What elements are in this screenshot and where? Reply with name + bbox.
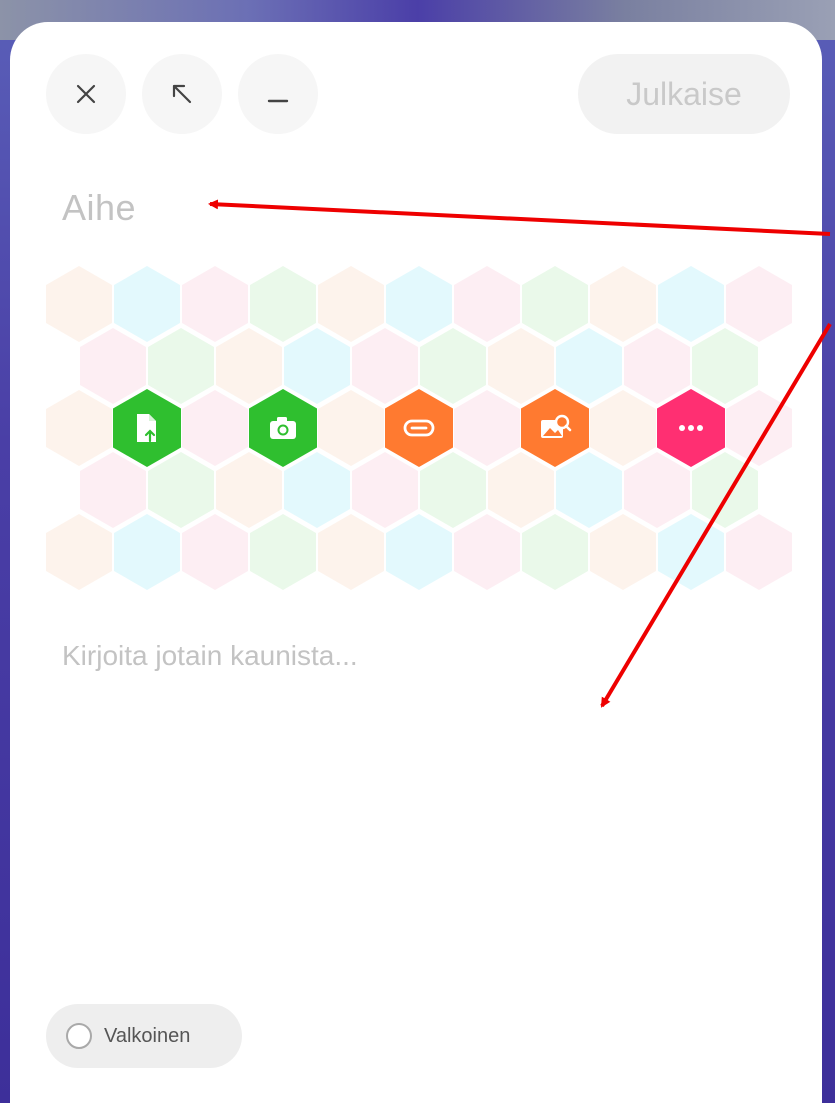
arrow-up-left-icon (172, 84, 192, 104)
hex-cell (454, 514, 520, 590)
hex-cell (148, 452, 214, 528)
close-icon (76, 84, 96, 104)
hex-cell (420, 328, 486, 404)
hex-cell (692, 452, 758, 528)
hex-cell (318, 514, 384, 590)
expand-button[interactable] (142, 54, 222, 134)
hex-cell (726, 266, 792, 342)
hex-cell (556, 452, 622, 528)
link-button[interactable] (385, 389, 453, 467)
camera-button[interactable] (249, 389, 317, 467)
hex-cell (386, 266, 452, 342)
more-icon (679, 425, 703, 431)
close-button[interactable] (46, 54, 126, 134)
hex-cell (182, 390, 248, 466)
minimize-button[interactable] (238, 54, 318, 134)
link-icon (403, 419, 435, 437)
hex-cell (590, 390, 656, 466)
hex-cell (488, 328, 554, 404)
hex-cell (114, 514, 180, 590)
hex-cell (590, 266, 656, 342)
hex-cell (488, 452, 554, 528)
image-search-button[interactable] (521, 389, 589, 467)
hex-cell (216, 328, 282, 404)
hex-cell (590, 514, 656, 590)
more-button[interactable] (657, 389, 725, 467)
hex-cell (148, 328, 214, 404)
hex-cell (80, 328, 146, 404)
hex-cell (318, 390, 384, 466)
body-input[interactable]: Kirjoita jotain kaunista... (62, 640, 358, 672)
hex-cell (46, 514, 112, 590)
hex-cell (46, 266, 112, 342)
hex-cell (726, 514, 792, 590)
hex-cell (454, 390, 520, 466)
hex-cell (352, 452, 418, 528)
hex-cell (692, 328, 758, 404)
theme-label: Valkoinen (104, 1024, 191, 1047)
publish-button[interactable]: Julkaise (578, 54, 790, 134)
subject-input[interactable]: Aihe (62, 187, 762, 229)
hex-cell (386, 514, 452, 590)
hex-cell (46, 390, 112, 466)
hex-cell (182, 266, 248, 342)
minimize-icon (267, 99, 289, 103)
hex-cell (80, 452, 146, 528)
hex-cell (454, 266, 520, 342)
hex-cell (658, 266, 724, 342)
hex-cell (420, 452, 486, 528)
theme-toggle[interactable]: Valkoinen (46, 1004, 242, 1068)
hex-cell (284, 452, 350, 528)
hex-cell (522, 514, 588, 590)
camera-icon (270, 417, 296, 439)
composer-panel: Julkaise Aihe Kirjoita jotain kaunista..… (10, 22, 822, 1103)
hex-cell (624, 452, 690, 528)
hex-cell (182, 514, 248, 590)
hex-cell (658, 514, 724, 590)
hex-cell (114, 266, 180, 342)
hex-cell (216, 452, 282, 528)
hex-cell (522, 266, 588, 342)
file-upload-icon (137, 414, 156, 443)
theme-radio[interactable] (66, 1023, 92, 1049)
hex-cell (624, 328, 690, 404)
hex-cell (556, 328, 622, 404)
hex-cell (250, 266, 316, 342)
hex-cell (352, 328, 418, 404)
file-upload-button[interactable] (113, 389, 181, 467)
hex-cell (318, 266, 384, 342)
image-search-icon (541, 414, 572, 438)
hex-cell (284, 328, 350, 404)
hex-cell (250, 514, 316, 590)
hex-cell (726, 390, 792, 466)
